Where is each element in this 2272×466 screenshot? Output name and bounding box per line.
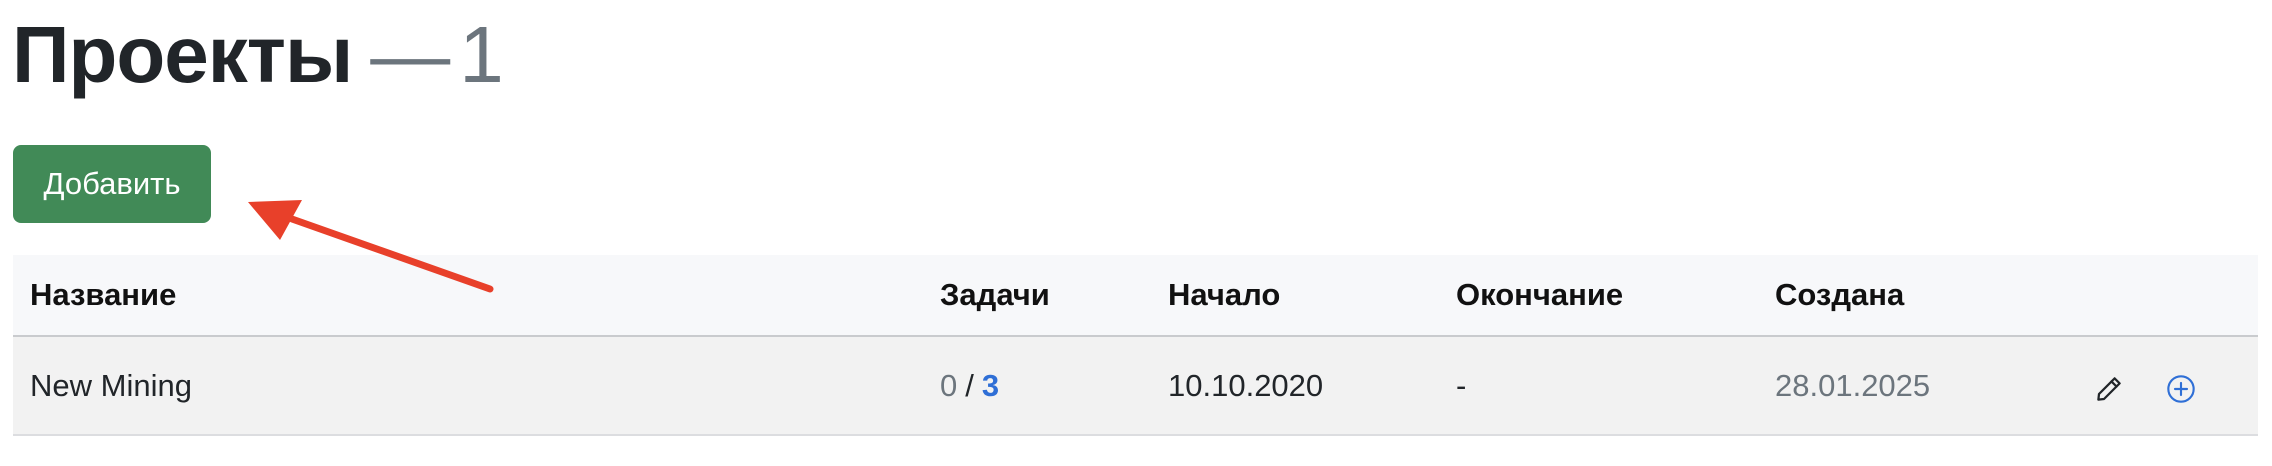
tasks-done-count: 0 [940,367,958,403]
tasks-separator: / [965,367,974,403]
table-row[interactable]: New Mining 0 / 3 10.10.2020 - 28.01.2025 [13,337,2258,436]
column-header-end[interactable]: Окончание [1456,255,1623,335]
project-tasks: 0 / 3 [940,337,999,434]
column-header-created[interactable]: Создана [1775,255,1904,335]
project-created-cell: 28.01.2025 [1775,337,1930,434]
project-name[interactable]: New Mining [30,337,192,434]
project-end-date: - [1456,367,1467,403]
add-project-button[interactable]: Добавить [13,145,211,223]
column-header-tasks[interactable]: Задачи [940,255,1050,335]
plus-circle-icon [2167,375,2195,403]
column-header-name[interactable]: Название [30,255,176,335]
project-start-date: 10.10.2020 [1168,367,1324,403]
add-task-button[interactable] [2163,371,2199,407]
tasks-total-link[interactable]: 3 [982,368,999,404]
table-header: Название Задачи Начало Окончание Создана [13,255,2258,337]
pencil-icon [2097,377,2121,401]
project-created-date: 28.01.2025 [1775,367,1931,403]
projects-table: Название Задачи Начало Окончание Создана… [13,255,2258,436]
page-title-text: Проекты [12,10,353,99]
project-count: 1 [459,10,503,99]
column-header-start[interactable]: Начало [1168,255,1280,335]
title-dash: — [370,10,450,99]
edit-project-button[interactable] [2091,371,2127,407]
page-title: Проекты — 1 [12,0,504,110]
